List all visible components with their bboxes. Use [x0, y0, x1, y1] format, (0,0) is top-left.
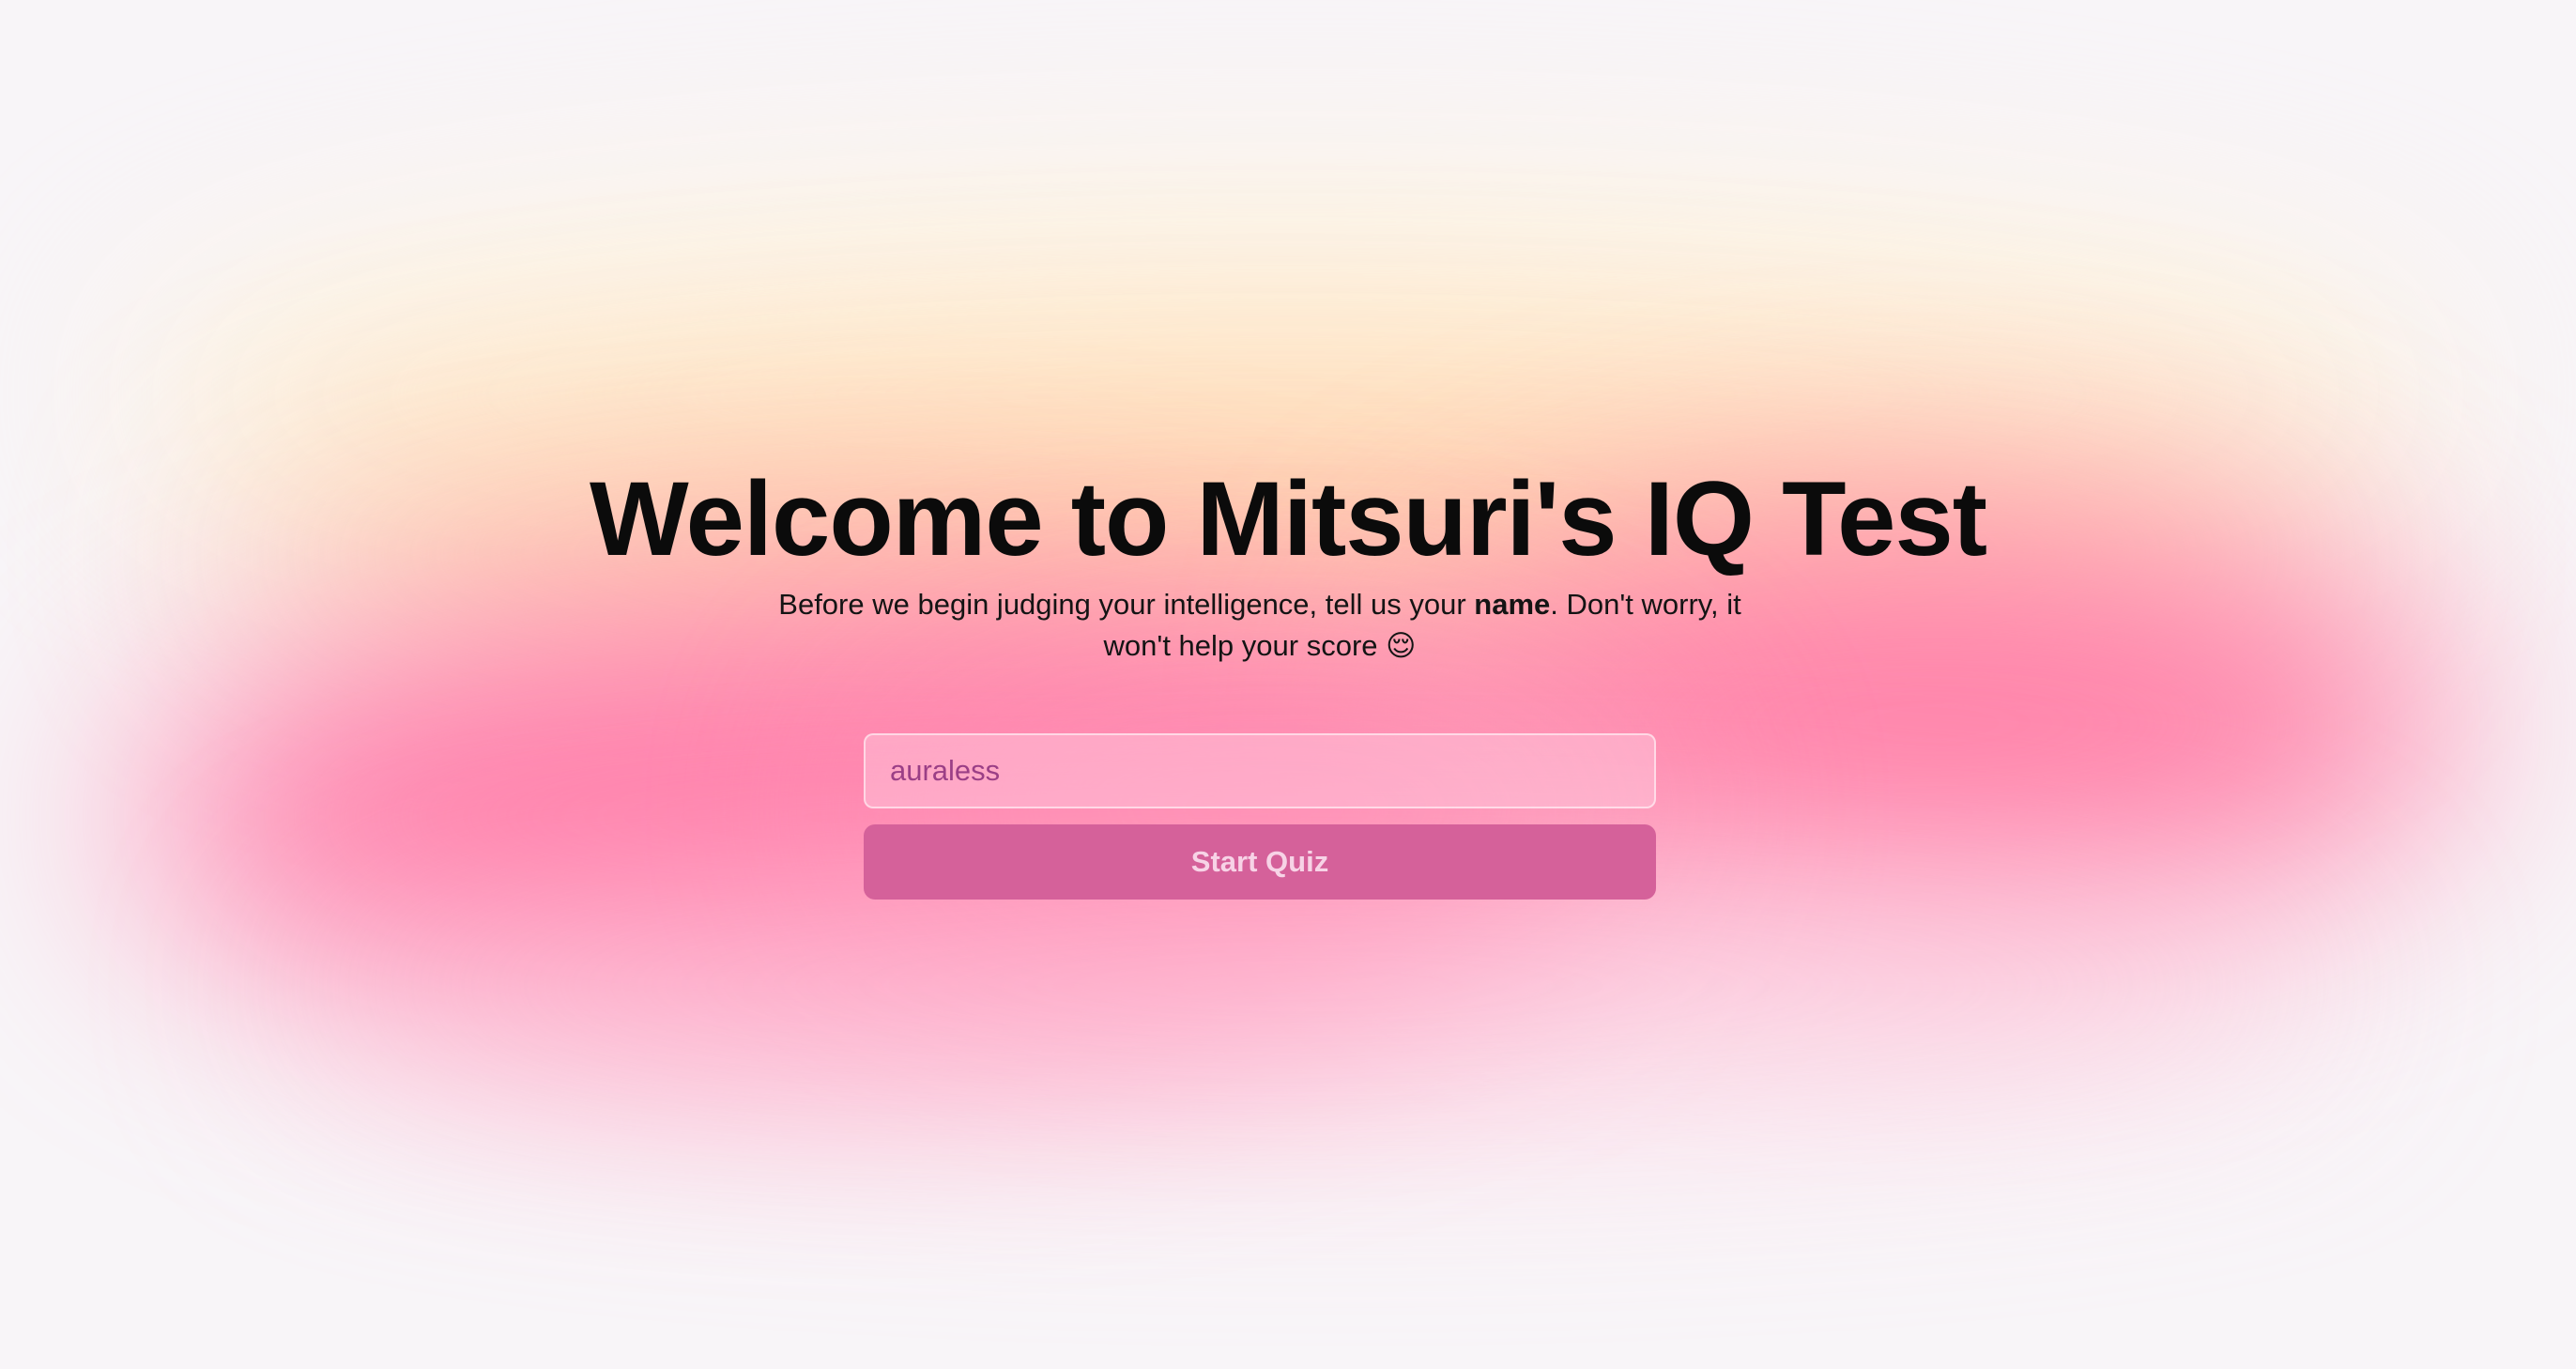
page-title: Welcome to Mitsuri's IQ Test — [589, 460, 1987, 577]
subtitle-text-start: Before we begin judging your intelligenc… — [778, 588, 1475, 621]
background-glow-rose — [282, 873, 2347, 1099]
name-input[interactable] — [864, 733, 1656, 808]
welcome-subtitle: Before we begin judging your intelligenc… — [751, 584, 1769, 667]
start-quiz-button[interactable]: Start Quiz — [864, 824, 1656, 900]
subtitle-emphasis: name — [1474, 588, 1551, 621]
gradient-background — [0, 0, 2576, 1369]
